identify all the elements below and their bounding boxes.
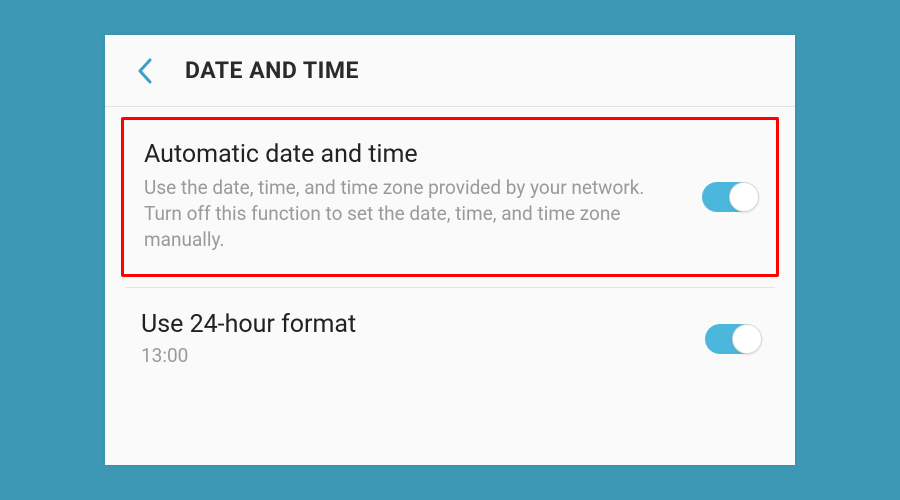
toggle-automatic-date-time[interactable] [702,182,758,212]
settings-list: Automatic date and time Use the date, ti… [105,107,795,389]
toggle-knob-icon [732,324,762,354]
header-bar: DATE AND TIME [105,35,795,107]
setting-description: Use the date, time, and time zone provid… [144,175,682,254]
setting-title: Automatic date and time [144,140,682,169]
toggle-knob-icon [729,182,759,212]
setting-example: 13:00 [141,343,685,369]
setting-text-block: Automatic date and time Use the date, ti… [144,140,702,254]
setting-24-hour-format[interactable]: Use 24-hour format 13:00 [121,288,779,389]
setting-automatic-date-time[interactable]: Automatic date and time Use the date, ti… [121,117,779,277]
page-title: DATE AND TIME [185,57,359,84]
back-icon[interactable] [137,58,153,84]
settings-panel: DATE AND TIME Automatic date and time Us… [105,35,795,465]
setting-title: Use 24-hour format [141,310,685,339]
toggle-24-hour-format[interactable] [705,324,761,354]
setting-text-block: Use 24-hour format 13:00 [141,310,705,369]
